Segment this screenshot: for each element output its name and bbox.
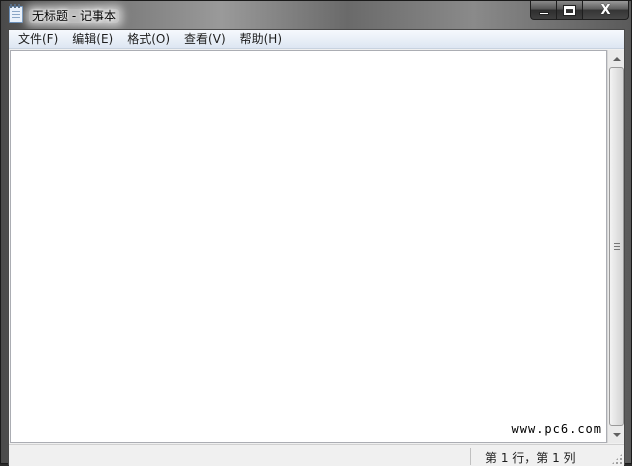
minimize-icon: [538, 11, 549, 15]
close-icon: X: [600, 2, 611, 18]
menu-help[interactable]: 帮助(H): [233, 30, 289, 49]
scroll-thumb[interactable]: [609, 67, 624, 426]
grip-icon: [614, 243, 620, 250]
menu-format[interactable]: 格式(O): [120, 30, 177, 49]
text-editor[interactable]: www.pc6.com: [10, 50, 607, 443]
menu-edit[interactable]: 编辑(E): [65, 30, 120, 49]
notepad-icon[interactable]: [9, 4, 23, 23]
arrow-up-icon: [612, 56, 621, 61]
status-divider: [470, 448, 471, 465]
window-title: 无标题 - 记事本: [29, 7, 119, 24]
scroll-down-button[interactable]: [608, 426, 625, 443]
notepad-window: 无标题 - 记事本 X 文件(F) 编辑(E) 格式(O) 查看(V) 帮助(H…: [0, 0, 632, 466]
menu-file[interactable]: 文件(F): [11, 30, 65, 49]
maximize-button[interactable]: [557, 1, 583, 20]
status-bar: 第 1 行，第 1 列: [9, 444, 624, 466]
menu-view[interactable]: 查看(V): [177, 30, 233, 49]
arrow-down-icon: [612, 432, 621, 437]
vertical-scrollbar[interactable]: [607, 50, 624, 443]
scroll-up-button[interactable]: [608, 50, 625, 67]
minimize-button[interactable]: [530, 1, 557, 20]
cursor-position: 第 1 行，第 1 列: [485, 451, 576, 465]
watermark-text: www.pc6.com: [511, 422, 602, 436]
client-area: 文件(F) 编辑(E) 格式(O) 查看(V) 帮助(H) www.pc6.co…: [8, 29, 625, 466]
caption-buttons: X: [530, 1, 629, 20]
close-button[interactable]: X: [583, 1, 629, 20]
resize-grip-icon[interactable]: [611, 453, 623, 465]
maximize-icon: [564, 5, 575, 15]
title-bar[interactable]: 无标题 - 记事本 X: [1, 1, 631, 29]
menu-bar: 文件(F) 编辑(E) 格式(O) 查看(V) 帮助(H): [9, 30, 624, 49]
